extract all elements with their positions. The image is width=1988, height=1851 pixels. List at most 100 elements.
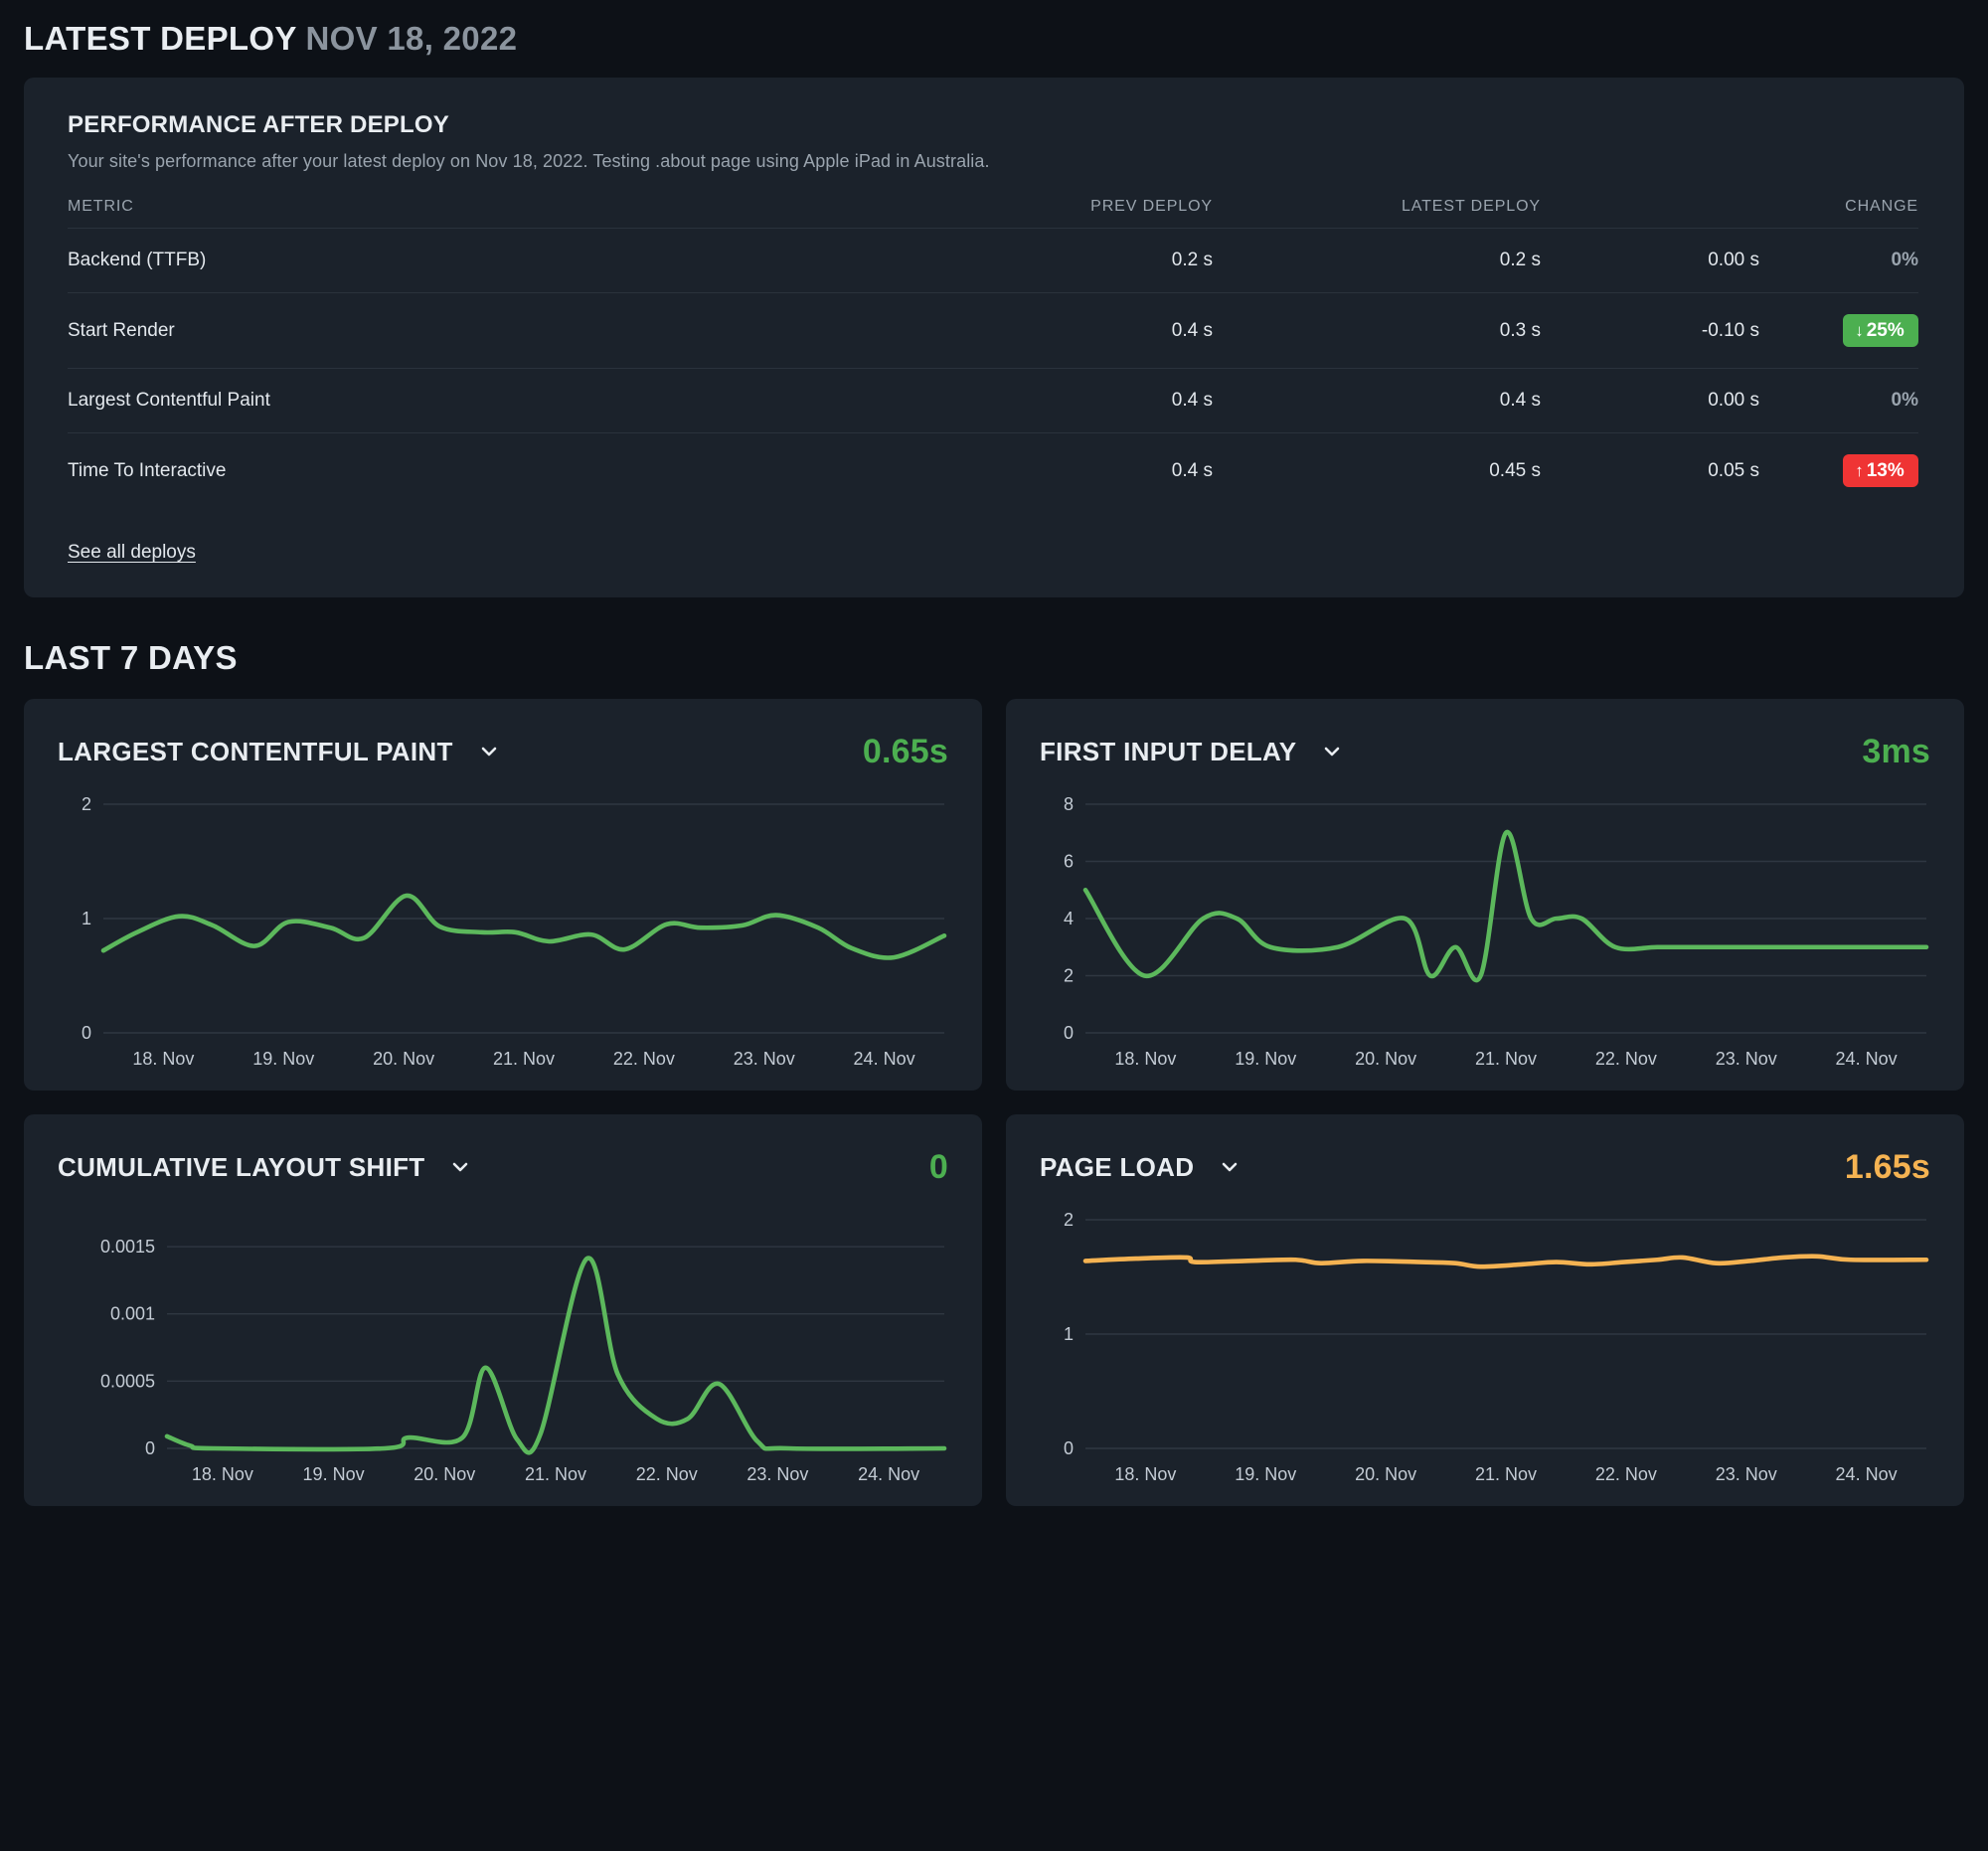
x-axis-tick-label: 22. Nov xyxy=(636,1464,698,1484)
x-axis-tick-label: 18. Nov xyxy=(132,1049,194,1069)
y-axis-tick-label: 0 xyxy=(1064,1438,1074,1458)
chart-card-fid: FIRST INPUT DELAY 3ms 0246818. Nov19. No… xyxy=(1006,699,1964,1091)
cell-delta: 0.00 s xyxy=(1541,229,1759,293)
x-axis-tick-label: 20. Nov xyxy=(1355,1049,1416,1069)
chart-line-series xyxy=(1085,832,1926,980)
see-all-deploys-link[interactable]: See all deploys xyxy=(68,542,196,564)
cell-prev-deploy: 0.4 s xyxy=(954,293,1213,369)
column-header-delta xyxy=(1541,198,1759,229)
cell-change: 0% xyxy=(1759,229,1918,293)
charts-grid: LARGEST CONTENTFUL PAINT 0.65s 0 1 2 18. No… xyxy=(24,699,1964,1506)
cell-prev-deploy: 0.4 s xyxy=(954,369,1213,433)
cell-prev-deploy: 0.2 s xyxy=(954,229,1213,293)
cell-latest-deploy: 0.4 s xyxy=(1213,369,1541,433)
column-header-latest-deploy: LATEST DEPLOY xyxy=(1213,198,1541,229)
latest-deploy-heading: LATEST DEPLOY NOV 18, 2022 xyxy=(24,0,1964,64)
latest-deploy-date: NOV 18, 2022 xyxy=(306,20,518,57)
chart-value-page-load: 1.65s xyxy=(1845,1148,1930,1187)
y-axis-tick-label: 0 xyxy=(82,1023,91,1043)
chart-card-lcp: LARGEST CONTENTFUL PAINT 0.65s 0 1 2 18. No… xyxy=(24,699,982,1091)
arrow-up-icon: ↑ xyxy=(1855,461,1864,480)
chart-card-cls: CUMULATIVE LAYOUT SHIFT 0 00.00050.0010.… xyxy=(24,1114,982,1506)
chart-header-cls: CUMULATIVE LAYOUT SHIFT 0 xyxy=(58,1144,948,1190)
chevron-down-icon[interactable] xyxy=(450,1157,470,1177)
y-axis-tick-label: 8 xyxy=(1064,794,1074,814)
chart-value-lcp: 0.65s xyxy=(863,733,948,771)
column-header-prev-deploy: PREV DEPLOY xyxy=(954,198,1213,229)
cell-delta: 0.05 s xyxy=(1541,433,1759,509)
chart-header-lcp: LARGEST CONTENTFUL PAINT 0.65s xyxy=(58,729,948,774)
table-row: Backend (TTFB)0.2 s0.2 s0.00 s0% xyxy=(68,229,1918,293)
x-axis-tick-label: 22. Nov xyxy=(613,1049,675,1069)
x-axis-tick-label: 18. Nov xyxy=(1114,1464,1176,1484)
chart-title-cls: CUMULATIVE LAYOUT SHIFT xyxy=(58,1152,424,1183)
latest-deploy-heading-label: LATEST DEPLOY xyxy=(24,20,296,57)
table-row: Largest Contentful Paint0.4 s0.4 s0.00 s… xyxy=(68,369,1918,433)
x-axis-tick-label: 23. Nov xyxy=(746,1464,808,1484)
plot-lcp: 01218. Nov19. Nov20. Nov21. Nov22. Nov23… xyxy=(58,790,948,1079)
chart-card-page-load: PAGE LOAD 1.65s 01218. Nov19. Nov20. Nov… xyxy=(1006,1114,1964,1506)
table-row: Time To Interactive0.4 s0.45 s0.05 s↑13% xyxy=(68,433,1918,509)
x-axis-tick-label: 19. Nov xyxy=(303,1464,365,1484)
chart-value-cls: 0 xyxy=(929,1148,948,1187)
chart-line-series xyxy=(167,1259,944,1453)
metrics-table: METRIC PREV DEPLOY LATEST DEPLOY CHANGE … xyxy=(68,198,1918,508)
x-axis-tick-label: 24. Nov xyxy=(854,1049,915,1069)
y-axis-tick-label: 6 xyxy=(1064,852,1074,872)
status-badge: ↑13% xyxy=(1843,454,1918,487)
x-axis-tick-label: 24. Nov xyxy=(858,1464,919,1484)
card-subtitle: Your site's performance after your lates… xyxy=(68,151,1918,172)
chart-header-fid: FIRST INPUT DELAY 3ms xyxy=(1040,729,1930,774)
chevron-down-icon[interactable] xyxy=(1322,742,1342,761)
x-axis-tick-label: 24. Nov xyxy=(1836,1049,1898,1069)
table-row: Start Render0.4 s0.3 s-0.10 s↓25% xyxy=(68,293,1918,369)
y-axis-tick-label: 1 xyxy=(1064,1324,1074,1344)
y-axis-tick-label: 2 xyxy=(1064,966,1074,986)
cell-prev-deploy: 0.4 s xyxy=(954,433,1213,509)
change-value: 0% xyxy=(1892,390,1918,411)
cell-latest-deploy: 0.2 s xyxy=(1213,229,1541,293)
chart-title-page-load: PAGE LOAD xyxy=(1040,1152,1194,1183)
change-value: 0% xyxy=(1892,250,1918,270)
chart-title-lcp: LARGEST CONTENTFUL PAINT xyxy=(58,737,453,767)
column-header-change: CHANGE xyxy=(1759,198,1918,229)
x-axis-tick-label: 20. Nov xyxy=(1355,1464,1416,1484)
plot-page-load: 01218. Nov19. Nov20. Nov21. Nov22. Nov23… xyxy=(1040,1206,1930,1494)
cell-change: ↓25% xyxy=(1759,293,1918,369)
x-axis-tick-label: 23. Nov xyxy=(1716,1049,1777,1069)
x-axis-tick-label: 18. Nov xyxy=(192,1464,253,1484)
x-axis-tick-label: 20. Nov xyxy=(373,1049,434,1069)
x-axis-tick-label: 21. Nov xyxy=(525,1464,586,1484)
x-axis-tick-label: 23. Nov xyxy=(734,1049,795,1069)
x-axis-tick-label: 22. Nov xyxy=(1595,1464,1657,1484)
cell-change: ↑13% xyxy=(1759,433,1918,509)
cell-metric-name: Time To Interactive xyxy=(68,433,954,509)
y-axis-tick-label: 4 xyxy=(1064,909,1074,928)
cell-change: 0% xyxy=(1759,369,1918,433)
cell-delta: -0.10 s xyxy=(1541,293,1759,369)
chart-value-fid: 3ms xyxy=(1862,733,1930,771)
chart-title-fid: FIRST INPUT DELAY xyxy=(1040,737,1296,767)
y-axis-tick-label: 0.001 xyxy=(110,1304,155,1324)
cell-metric-name: Largest Contentful Paint xyxy=(68,369,954,433)
table-header-row: METRIC PREV DEPLOY LATEST DEPLOY CHANGE xyxy=(68,198,1918,229)
y-axis-tick-label: 1 xyxy=(82,909,91,928)
chart-line-series xyxy=(103,896,944,958)
chart-line-series xyxy=(1085,1257,1926,1266)
chevron-down-icon[interactable] xyxy=(1220,1157,1240,1177)
y-axis-tick-label: 2 xyxy=(82,794,91,814)
cell-metric-name: Backend (TTFB) xyxy=(68,229,954,293)
x-axis-tick-label: 20. Nov xyxy=(414,1464,475,1484)
chevron-down-icon[interactable] xyxy=(479,742,499,761)
card-title: PERFORMANCE AFTER DEPLOY xyxy=(68,111,1918,139)
cell-latest-deploy: 0.3 s xyxy=(1213,293,1541,369)
x-axis-tick-label: 21. Nov xyxy=(1475,1049,1537,1069)
x-axis-tick-label: 19. Nov xyxy=(1235,1049,1296,1069)
x-axis-tick-label: 19. Nov xyxy=(252,1049,314,1069)
plot-cls: 00.00050.0010.001518. Nov19. Nov20. Nov2… xyxy=(58,1206,948,1494)
x-axis-tick-label: 19. Nov xyxy=(1235,1464,1296,1484)
y-axis-tick-label: 0.0015 xyxy=(100,1237,155,1257)
arrow-down-icon: ↓ xyxy=(1855,321,1864,340)
plot-fid: 0246818. Nov19. Nov20. Nov21. Nov22. Nov… xyxy=(1040,790,1930,1079)
y-axis-tick-label: 0 xyxy=(145,1438,155,1458)
